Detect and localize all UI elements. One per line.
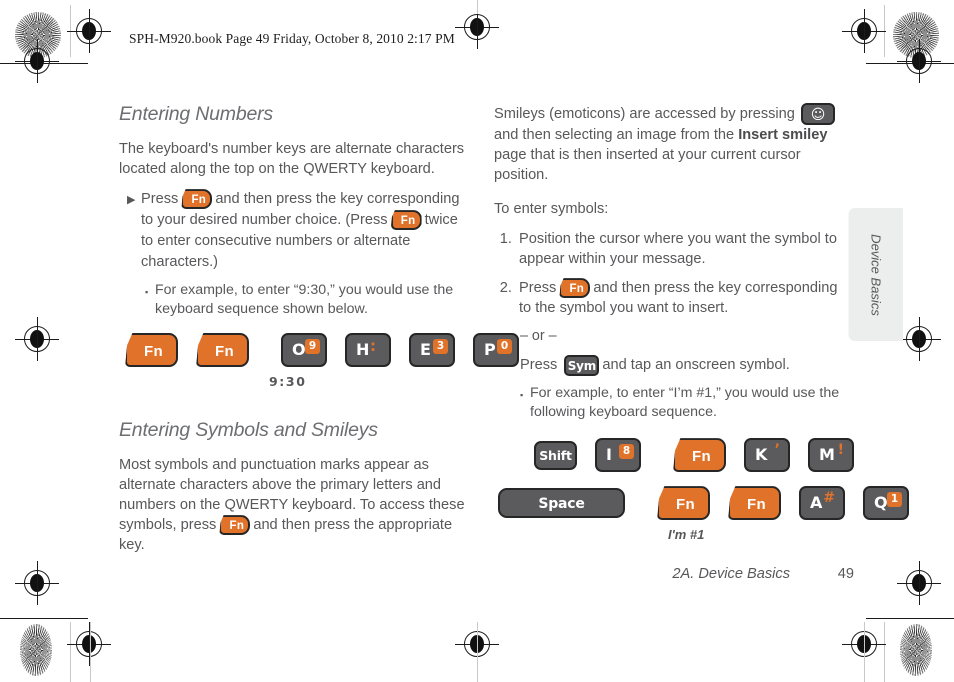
key-sym[interactable]: Sym [564,354,600,376]
smiley-key-icon[interactable]: ☺ [800,103,835,125]
key-sequence-im1-row2: Space Fn Fn A # Q 1 I'm #1 [498,486,909,543]
example-930-text: For example, to enter “9:30,” you would … [155,282,454,317]
smileys-part2: and then selecting an image from the [494,127,735,143]
key-letter-m[interactable]: M! [808,438,854,473]
key-letter-o[interactable]: O9 [281,333,327,367]
manual-page: SPH-M920.book Page 49 Friday, October 8,… [0,0,954,682]
thumb-tab-label: Device Basics [868,233,884,316]
smileys-part3: page that is then inserted at your curre… [494,147,801,183]
key-fn-seq-1[interactable]: Fn [125,333,178,367]
key-fn-inline-1[interactable]: Fn [181,189,213,210]
paragraph-symbols-body: Most symbols and punctuation marks appea… [119,455,471,555]
key-letter-k[interactable]: K’ [744,438,790,473]
arrow-bullet-icon: ▶ [127,194,136,206]
to-enter-symbols-label: To enter symbols: [494,201,609,217]
bullet-text-part1: Press [141,191,179,207]
footer-page-number: 49 [837,566,854,582]
key-fn-inline-4[interactable]: Fn [559,278,591,299]
key-letter-q[interactable]: Q1 [863,486,909,521]
key-fn-inline-3[interactable]: Fn [219,515,251,536]
key-fn-seq-3[interactable]: Fn [673,438,726,473]
example-im1-text: For example, to enter “I’m #1,” you woul… [530,385,840,421]
heading-entering-numbers: Entering Numbers [119,103,273,125]
steps-list: Position the cursor where you want the s… [494,229,846,318]
paragraph-smileys: Smileys (emoticons) are accessed by pres… [494,103,846,185]
key-sequence-930: Fn Fn O 9 H: E 3 P 0 9:30 [125,333,519,389]
step-2: PressFnand then press the key correspond… [516,278,846,318]
key-letter-i[interactable]: I8 [595,438,641,473]
thumb-tab-device-basics: Device Basics [849,208,903,341]
press-sym-line: Press Sym and tap an onscreen symbol. [520,352,846,378]
bullet-example-930: ▪ For example, to enter “9:30,” you woul… [145,281,471,319]
sym-line-part2: and tap an onscreen symbol. [602,357,790,374]
step-1-text: Position the cursor where you want the s… [519,231,837,267]
key-letter-h[interactable]: H: [345,333,391,367]
or-separator: – or – [520,328,557,345]
right-column: Smileys (emoticons) are accessed by pres… [494,103,909,543]
key-space[interactable]: Space [498,488,625,519]
key-letter-e[interactable]: E3 [409,333,455,367]
bullet-press-fn: ▶ Press Fn and then press the key correspo… [119,189,471,273]
sym-line-part1: Press [520,357,558,374]
step-2-part1: Press [519,280,557,296]
square-bullet-icon-right: ▪ [520,390,524,401]
key-sequence-im1-row1: Shift I 8 Fn K’ M! [534,438,854,473]
key-fn-inline-2[interactable]: Fn [390,210,422,231]
heading-entering-symbols-smileys: Entering Symbols and Smileys [119,419,378,441]
step-1: Position the cursor where you want the s… [516,229,846,269]
smileys-part1: Smileys (emoticons) are accessed by pres… [494,105,795,122]
paragraph-number-keys-intro: The keyboard's number keys are alternate… [119,141,465,177]
insert-smiley-label: Insert smiley [738,127,828,143]
left-column: Entering Numbers The keyboard's number k… [119,103,519,565]
page-footer: 2A. Device Basics 49 [494,566,854,582]
key-fn-seq-2[interactable]: Fn [196,333,249,367]
sequence-caption-im1: I'm #1 [668,527,705,543]
footer-chapter: 2A. Device Basics [672,566,790,582]
bullet-example-im1: ▪ For example, to enter “I’m #1,” you wo… [520,384,846,422]
running-head: SPH-M920.book Page 49 Friday, October 8,… [129,31,455,46]
key-fn-seq-4[interactable]: Fn [657,486,710,521]
key-fn-seq-5[interactable]: Fn [728,486,781,521]
key-shift[interactable]: Shift [534,440,577,470]
square-bullet-icon: ▪ [145,287,149,297]
bullet-press-fn-text: Press Fn and then press the key correspond… [141,189,471,273]
key-letter-a[interactable]: A # [799,486,845,521]
sequence-caption-930: 9:30 [269,374,307,389]
